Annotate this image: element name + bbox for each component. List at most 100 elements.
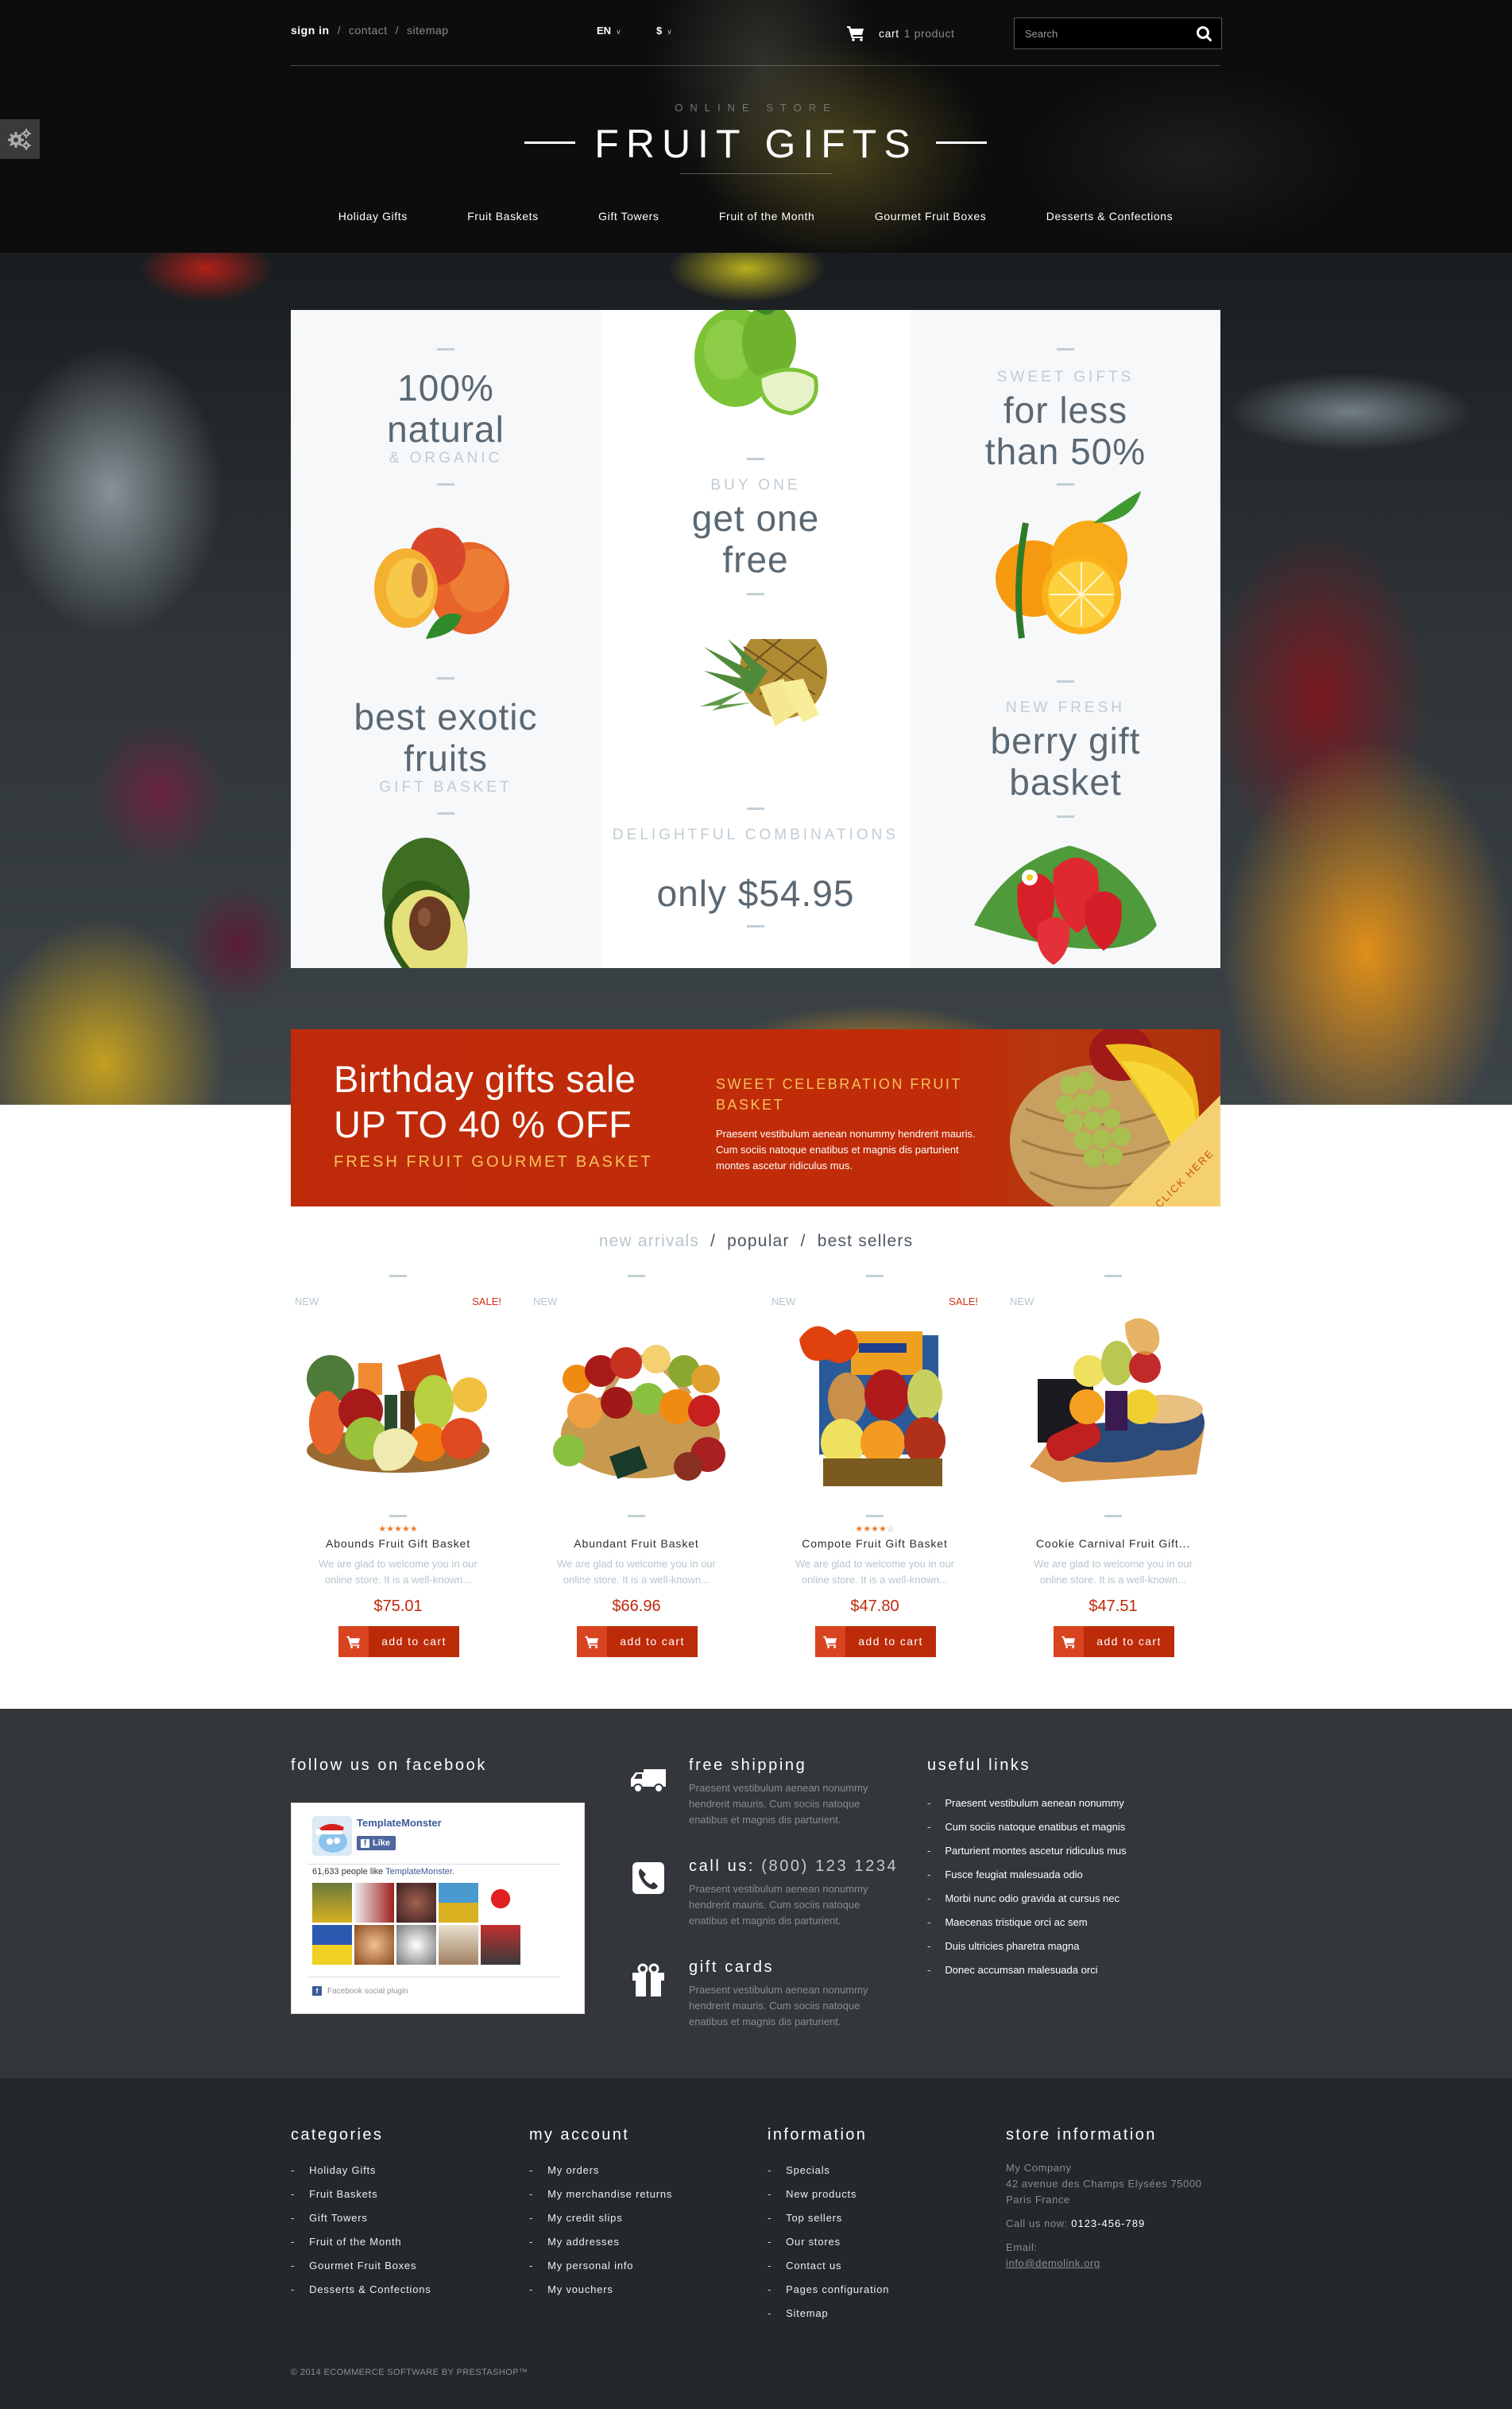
tab-new-arrivals[interactable]: new arrivals — [599, 1232, 699, 1250]
fan-avatar[interactable] — [481, 1883, 520, 1923]
nav-fruit-of-the-month[interactable]: Fruit of the Month — [719, 210, 815, 223]
facebook-widget: TemplateMonster f Like 61,633 people like… — [291, 1803, 585, 2014]
phone-number[interactable]: (800) 123 1234 — [761, 1857, 898, 1875]
click-here-corner[interactable]: CLICK HERE — [1109, 1095, 1220, 1206]
footer-link[interactable]: Pages configuration — [768, 2278, 998, 2302]
promo-headline: only $54.95 — [601, 873, 911, 914]
section-heading: categories — [291, 2126, 384, 2144]
footer-link[interactable]: My credit slips — [529, 2206, 760, 2230]
useful-link[interactable]: Fusce feugiat malesuada odio — [927, 1863, 1127, 1887]
contact-link[interactable]: contact — [349, 24, 388, 37]
page-name-link[interactable]: TemplateMonster — [357, 1817, 442, 1829]
add-to-cart-button[interactable]: add to cart — [577, 1626, 698, 1657]
footer-link[interactable]: New products — [768, 2182, 998, 2206]
phone-number[interactable]: 0123-456-789 — [1071, 2217, 1145, 2229]
currency-selector[interactable]: $ ∨ — [656, 25, 672, 37]
product-name[interactable]: Cookie Carnival Fruit Gift... — [1006, 1537, 1220, 1550]
useful-link[interactable]: Praesent vestibulum aenean nonummy — [927, 1791, 1127, 1815]
promo-berry-basket[interactable]: NEW FRESH berry gift basket — [911, 639, 1220, 968]
sale-badge: SALE! — [949, 1296, 978, 1307]
product-card[interactable]: NEW SALE! ★★★★☆ Compote Fruit Gift Baske… — [768, 1275, 982, 1661]
footer-link[interactable]: My merchandise returns — [529, 2182, 760, 2206]
footer-link[interactable]: Fruit Baskets — [291, 2182, 521, 2206]
footer-link[interactable]: Our stores — [768, 2230, 998, 2254]
fan-avatar[interactable] — [439, 1883, 478, 1923]
footer-link[interactable]: Desserts & Confections — [291, 2278, 521, 2302]
footer-link[interactable]: Fruit of the Month — [291, 2230, 521, 2254]
fan-avatar[interactable] — [312, 1925, 352, 1965]
fan-avatar[interactable] — [354, 1883, 394, 1923]
promo-natural[interactable]: 100% natural & ORGANIC — [291, 310, 601, 639]
product-card[interactable]: NEW SALE! ★★★★★ Abounds Fruit Gift Baske… — [291, 1275, 505, 1661]
fan-avatar[interactable] — [354, 1925, 394, 1965]
footer-link[interactable]: Sitemap — [768, 2302, 998, 2326]
promo-combinations[interactable]: DELIGHTFUL COMBINATIONS only $54.95 — [601, 639, 911, 968]
product-image[interactable] — [299, 1315, 497, 1494]
promo-line: for less — [1003, 389, 1128, 431]
store-address-line: Paris France — [1006, 2194, 1070, 2206]
nav-fruit-baskets[interactable]: Fruit Baskets — [467, 210, 539, 223]
fan-avatar[interactable] — [396, 1883, 436, 1923]
footer-link[interactable]: Specials — [768, 2159, 998, 2182]
useful-link[interactable]: Donec accumsan malesuada orci — [927, 1958, 1127, 1982]
categories-list: Holiday Gifts Fruit Baskets Gift Towers … — [291, 2159, 521, 2302]
feature-title: gift cards — [689, 1958, 775, 1976]
promo-less-than-50[interactable]: SWEET GIFTS for less than 50% — [911, 310, 1220, 639]
footer-link[interactable]: Holiday Gifts — [291, 2159, 521, 2182]
plugin-credit[interactable]: f Facebook social plugin — [312, 1986, 408, 1996]
sitemap-link[interactable]: sitemap — [407, 24, 449, 37]
tab-popular[interactable]: popular — [727, 1232, 789, 1250]
email-link[interactable]: info@demolink.org — [1006, 2257, 1100, 2269]
add-to-cart-button[interactable]: add to cart — [815, 1626, 936, 1657]
fan-avatar[interactable] — [396, 1925, 436, 1965]
footer-link[interactable]: Contact us — [768, 2254, 998, 2278]
footer-link[interactable]: Gourmet Fruit Boxes — [291, 2254, 521, 2278]
useful-link[interactable]: Morbi nunc odio gravida at cursus nec — [927, 1887, 1127, 1911]
product-card[interactable]: NEW Abundant Fruit Basket We are glad to… — [529, 1275, 744, 1661]
tab-best-sellers[interactable]: best sellers — [818, 1232, 914, 1250]
product-name[interactable]: Compote Fruit Gift Basket — [768, 1537, 982, 1550]
store-phone: Call us now: 0123-456-789 — [1006, 2216, 1228, 2232]
product-name[interactable]: Abounds Fruit Gift Basket — [291, 1537, 505, 1550]
fan-avatar[interactable] — [481, 1925, 520, 1965]
footer-link[interactable]: My personal info — [529, 2254, 760, 2278]
footer-link[interactable]: Top sellers — [768, 2206, 998, 2230]
useful-link[interactable]: Cum sociis natoque enatibus et magnis — [927, 1815, 1127, 1839]
product-image[interactable] — [1014, 1315, 1212, 1494]
like-button[interactable]: f Like — [357, 1836, 396, 1850]
add-to-cart-button[interactable]: add to cart — [338, 1626, 459, 1657]
promo-exotic-fruits[interactable]: best exotic fruits GIFT BASKET — [291, 639, 601, 968]
brand-title[interactable]: FRUIT GIFTS — [0, 121, 1512, 167]
page-avatar[interactable] — [312, 1816, 352, 1856]
sale-banner[interactable]: Birthday gifts sale UP TO 40 % OFF FRESH… — [291, 1029, 1220, 1206]
language-selector[interactable]: EN ∨ — [597, 25, 621, 37]
page-link[interactable]: TemplateMonster. — [385, 1867, 454, 1876]
add-to-cart-button[interactable]: add to cart — [1054, 1626, 1174, 1657]
footer-link[interactable]: My vouchers — [529, 2278, 760, 2302]
product-card[interactable]: NEW Cookie Carnival Fruit Gift... We are… — [1006, 1275, 1220, 1661]
nav-gift-towers[interactable]: Gift Towers — [598, 210, 659, 223]
like-label: Like — [373, 1838, 391, 1848]
product-name[interactable]: Abundant Fruit Basket — [529, 1537, 744, 1550]
footer-link[interactable]: Gift Towers — [291, 2206, 521, 2230]
divider — [307, 1864, 560, 1865]
fan-avatar[interactable] — [439, 1925, 478, 1965]
footer-link[interactable]: My orders — [529, 2159, 760, 2182]
useful-link[interactable]: Maecenas tristique orci ac sem — [927, 1911, 1127, 1935]
nav-holiday-gifts[interactable]: Holiday Gifts — [338, 210, 408, 223]
search-icon[interactable] — [1196, 25, 1213, 43]
cart-summary[interactable]: cart 1 product — [847, 21, 955, 45]
fan-avatar[interactable] — [312, 1883, 352, 1923]
product-price: $47.80 — [850, 1598, 899, 1615]
promo-buy-one[interactable]: BUY ONE get one free — [601, 310, 911, 639]
nav-gourmet-fruit-boxes[interactable]: Gourmet Fruit Boxes — [875, 210, 987, 223]
useful-link[interactable]: Duis ultricies pharetra magna — [927, 1935, 1127, 1958]
search-input[interactable] — [1015, 27, 1189, 40]
product-image[interactable] — [775, 1315, 974, 1494]
sign-in-link[interactable]: sign in — [291, 24, 330, 37]
product-image[interactable] — [537, 1315, 736, 1494]
nav-desserts-confections[interactable]: Desserts & Confections — [1046, 210, 1173, 223]
section-heading: useful links — [927, 1756, 1031, 1774]
footer-link[interactable]: My addresses — [529, 2230, 760, 2254]
useful-link[interactable]: Parturient montes ascetur ridiculus mus — [927, 1839, 1126, 1863]
